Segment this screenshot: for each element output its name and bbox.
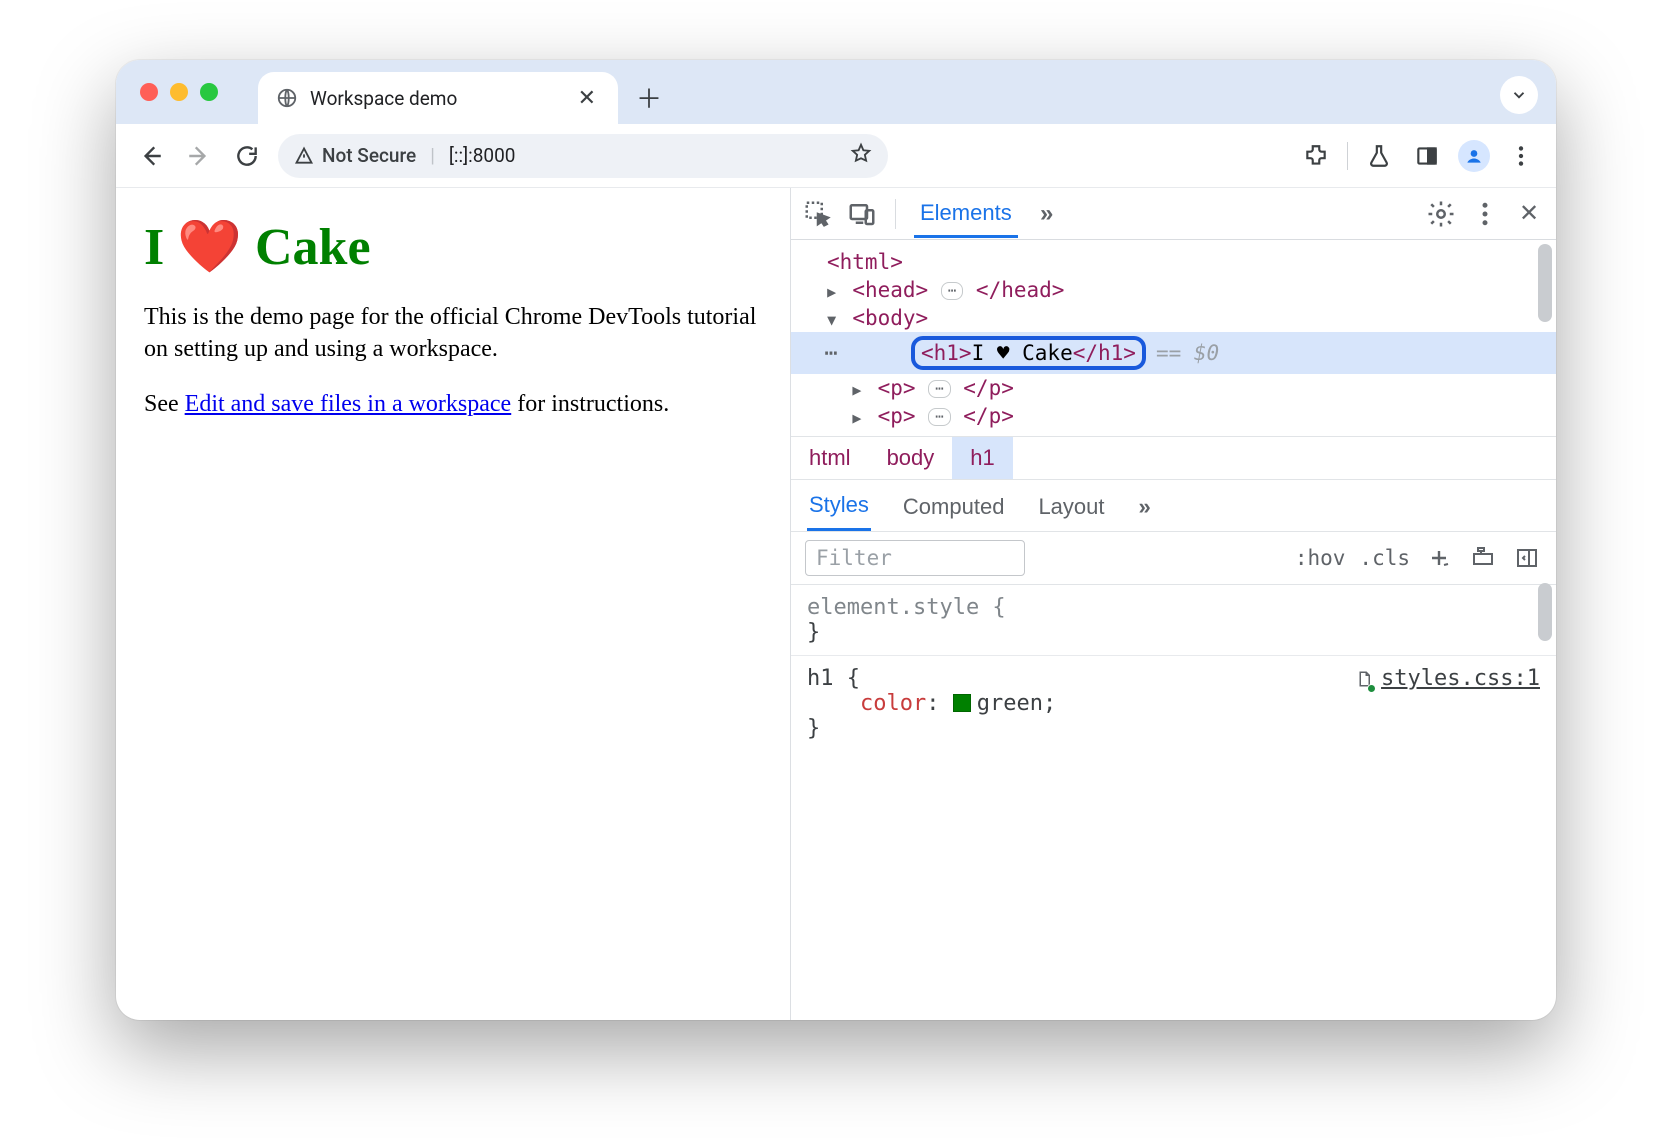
device-toolbar-button[interactable] (847, 199, 877, 229)
element-style-block[interactable]: element.style { } (807, 591, 1540, 649)
forward-button[interactable] (182, 139, 216, 173)
chrome-menu-button[interactable] (1504, 139, 1538, 173)
ellipsis-icon[interactable]: ⋯ (928, 380, 950, 398)
toolbar: Not Secure | [::]:8000 (116, 124, 1556, 188)
toolbar-divider (1347, 142, 1348, 170)
profile-avatar-button[interactable] (1458, 140, 1490, 172)
tab-styles[interactable]: Styles (807, 480, 871, 531)
workspace-tutorial-link[interactable]: Edit and save files in a workspace (185, 391, 512, 417)
h1-rule-block[interactable]: styles.css:1 h1 { color: green; } (807, 662, 1540, 745)
devtools-panel: Elements » ✕ <html> ▶ <head> ⋯ </head> ▼… (791, 188, 1556, 1020)
flexbox-overlay-button[interactable] (1468, 543, 1498, 573)
collapse-icon[interactable]: ▼ (824, 311, 840, 329)
tab-title: Workspace demo (310, 87, 562, 110)
more-style-tabs-button[interactable]: » (1137, 482, 1153, 530)
crumb-h1[interactable]: h1 (952, 437, 1012, 479)
expand-icon[interactable]: ▶ (824, 283, 840, 301)
bookmark-star-button[interactable] (850, 142, 872, 169)
new-tab-button[interactable]: ＋ (630, 78, 668, 116)
dom-html-open[interactable]: <html> (827, 250, 903, 274)
crumb-html[interactable]: html (791, 437, 869, 479)
tab-layout[interactable]: Layout (1036, 482, 1106, 530)
page-heading: I ❤️ Cake (144, 216, 762, 277)
css-value[interactable]: green (977, 691, 1043, 716)
new-style-rule-button[interactable] (1424, 543, 1454, 573)
close-window-button[interactable] (140, 83, 158, 101)
close-tab-button[interactable]: ✕ (574, 86, 600, 111)
expand-icon[interactable]: ▶ (849, 409, 865, 427)
more-tabs-button[interactable]: » (1032, 199, 1062, 229)
page-paragraph-2: See Edit and save files in a workspace f… (144, 388, 762, 420)
kebab-menu-button[interactable] (1470, 199, 1500, 229)
window-controls (140, 83, 218, 101)
globe-icon (276, 87, 298, 109)
tab-elements[interactable]: Elements (914, 190, 1018, 238)
minimize-window-button[interactable] (170, 83, 188, 101)
css-property[interactable]: color (860, 691, 926, 716)
crumb-body[interactable]: body (869, 437, 953, 479)
browser-window: Workspace demo ✕ ＋ Not Secure | [::]:800… (116, 60, 1556, 1020)
dom-selected-h1[interactable]: ⋯ <h1>I ♥ Cake</h1> == $0 (791, 332, 1556, 374)
url-text: [::]:8000 (449, 144, 516, 167)
security-label: Not Secure (322, 144, 416, 167)
selected-ref: == $0 (1156, 341, 1219, 365)
fullscreen-window-button[interactable] (200, 83, 218, 101)
close-devtools-button[interactable]: ✕ (1514, 199, 1544, 229)
tab-computed[interactable]: Computed (901, 482, 1007, 530)
tab-overflow-button[interactable] (1500, 76, 1538, 114)
extensions-button[interactable] (1299, 139, 1333, 173)
devtools-toolbar: Elements » ✕ (791, 188, 1556, 240)
inspect-element-button[interactable] (803, 199, 833, 229)
file-icon (1355, 668, 1373, 690)
labs-button[interactable] (1362, 139, 1396, 173)
browser-tab[interactable]: Workspace demo ✕ (258, 72, 618, 124)
ellipsis-icon[interactable]: ⋯ (941, 282, 963, 300)
expand-icon[interactable]: ▶ (849, 381, 865, 399)
css-rules: element.style { } styles.css:1 h1 { colo… (791, 585, 1556, 759)
cls-toggle[interactable]: .cls (1359, 546, 1410, 570)
dom-breadcrumb: html body h1 (791, 436, 1556, 480)
styles-panel-tabs: Styles Computed Layout » (791, 480, 1556, 532)
dom-body-open[interactable]: <body> (852, 306, 928, 330)
settings-gear-icon[interactable] (1426, 199, 1456, 229)
page-paragraph-1: This is the demo page for the official C… (144, 301, 762, 366)
reload-button[interactable] (230, 139, 264, 173)
rules-scrollbar[interactable] (1538, 583, 1552, 641)
main-split: I ❤️ Cake This is the demo page for the … (116, 188, 1556, 1020)
hov-toggle[interactable]: :hov (1295, 546, 1346, 570)
ellipsis-icon[interactable]: ⋯ (928, 408, 950, 426)
more-actions-icon[interactable]: ⋯ (811, 341, 851, 366)
highlight-box: <h1>I ♥ Cake</h1> (911, 336, 1146, 370)
dom-tree[interactable]: <html> ▶ <head> ⋯ </head> ▼ <body> ⋯ <h1… (791, 240, 1556, 436)
side-panel-button[interactable] (1410, 139, 1444, 173)
back-button[interactable] (134, 139, 168, 173)
titlebar: Workspace demo ✕ ＋ (116, 60, 1556, 124)
security-chip[interactable]: Not Secure (294, 144, 416, 167)
color-swatch-icon[interactable] (953, 694, 971, 712)
source-file-link[interactable]: styles.css:1 (1355, 666, 1540, 691)
page-content: I ❤️ Cake This is the demo page for the … (116, 188, 791, 1020)
computed-panel-toggle-button[interactable] (1512, 543, 1542, 573)
styles-filter-input[interactable]: Filter (805, 540, 1025, 576)
styles-toolbar: Filter :hov .cls (791, 532, 1556, 585)
address-bar[interactable]: Not Secure | [::]:8000 (278, 134, 888, 178)
